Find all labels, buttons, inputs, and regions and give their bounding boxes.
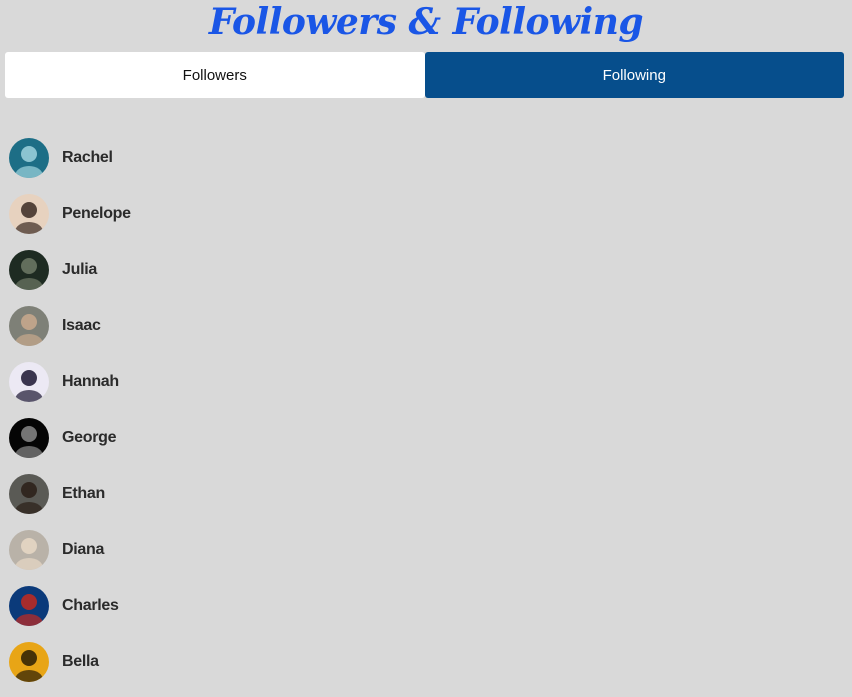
list-item[interactable]: Isaac (9, 306, 409, 346)
list-item[interactable]: Ethan (9, 474, 409, 514)
list-item[interactable]: George (9, 418, 409, 458)
page-title: Followers & Following (208, 1, 644, 43)
person-name[interactable]: Charles (62, 597, 119, 615)
hannah-avatar-icon[interactable] (9, 362, 49, 402)
followers-following-page: Followers & Following Followers Followin… (0, 0, 852, 697)
tab-followers[interactable]: Followers (5, 52, 425, 98)
julia-avatar-icon[interactable] (9, 250, 49, 290)
diana-avatar-icon[interactable] (9, 530, 49, 570)
list-item[interactable]: Hannah (9, 362, 409, 402)
person-name[interactable]: Ethan (62, 485, 105, 503)
person-name[interactable]: George (62, 429, 117, 447)
person-name[interactable]: Isaac (62, 317, 101, 335)
ethan-avatar-icon[interactable] (9, 474, 49, 514)
following-list: Rachel Penelope Julia Isaac Hannah George Etha… (9, 138, 409, 697)
isaac-avatar-icon[interactable] (9, 306, 49, 346)
charles-avatar-icon[interactable] (9, 586, 49, 626)
person-name[interactable]: Bella (62, 653, 99, 671)
rachel-avatar-icon[interactable] (9, 138, 49, 178)
list-item[interactable]: Charles (9, 586, 409, 626)
list-item[interactable]: Rachel (9, 138, 409, 178)
person-name[interactable]: Diana (62, 541, 104, 559)
person-name[interactable]: Hannah (62, 373, 119, 391)
bella-avatar-icon[interactable] (9, 642, 49, 682)
person-name[interactable]: Penelope (62, 205, 131, 223)
list-item[interactable]: Julia (9, 250, 409, 290)
list-item[interactable]: Diana (9, 530, 409, 570)
tab-following[interactable]: Following (424, 52, 844, 98)
list-item[interactable]: Bella (9, 642, 409, 682)
penelope-avatar-icon[interactable] (9, 194, 49, 234)
george-avatar-icon[interactable] (9, 418, 49, 458)
person-name[interactable]: Julia (62, 261, 97, 279)
tab-bar: Followers Following (5, 52, 844, 98)
list-item[interactable]: Penelope (9, 194, 409, 234)
person-name[interactable]: Rachel (62, 149, 113, 167)
